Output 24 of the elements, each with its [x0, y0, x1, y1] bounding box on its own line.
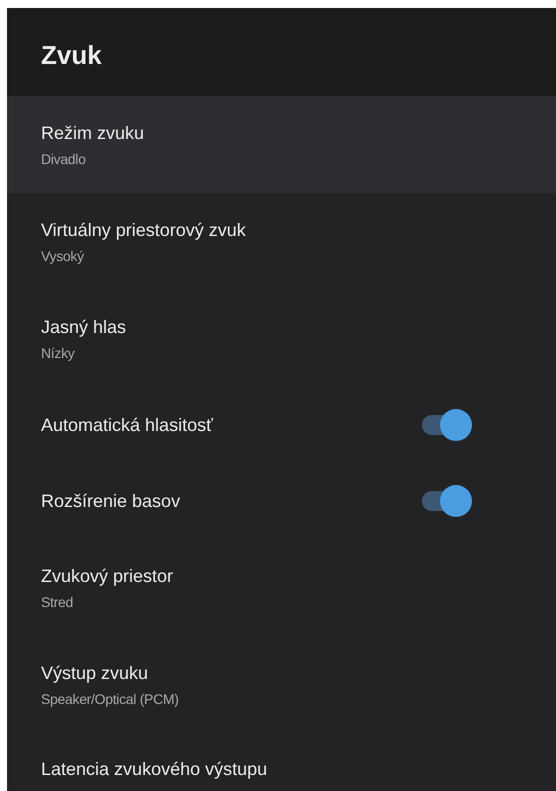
settings-item[interactable]: Latencia zvukového výstupu [7, 733, 556, 791]
settings-item[interactable]: Rozšírenie basov [7, 463, 556, 539]
item-title: Rozšírenie basov [41, 490, 180, 513]
toggle-switch[interactable] [422, 409, 470, 441]
item-value: Divadlo [41, 150, 87, 169]
item-title: Výstup zvuku [41, 662, 150, 685]
toggle-switch[interactable] [422, 485, 470, 517]
item-value: Nízky [41, 344, 76, 363]
item-title: Zvukový priestor [41, 565, 174, 588]
item-value: Speaker/Optical (PCM) [41, 690, 179, 709]
item-title: Jasný hlas [41, 316, 126, 339]
settings-item[interactable]: Automatická hlasitosť [7, 387, 556, 463]
settings-item[interactable]: Výstup zvuku Speaker/Optical (PCM) [7, 636, 556, 733]
item-title: Automatická hlasitosť [41, 414, 213, 437]
settings-item[interactable]: Jasný hlas Nízky [7, 290, 556, 387]
settings-item[interactable]: Režim zvuku Divadlo [7, 96, 556, 193]
item-value: Stred [41, 593, 74, 612]
item-title: Virtuálny priestorový zvuk [41, 219, 246, 242]
item-title: Režim zvuku [41, 122, 144, 145]
item-value: Vysoký [41, 247, 85, 266]
item-title: Latencia zvukového výstupu [41, 758, 268, 781]
panel-title: Zvuk [41, 39, 103, 72]
settings-item[interactable]: Zvukový priestor Stred [7, 539, 556, 636]
settings-item[interactable]: Virtuálny priestorový zvuk Vysoký [7, 193, 556, 290]
